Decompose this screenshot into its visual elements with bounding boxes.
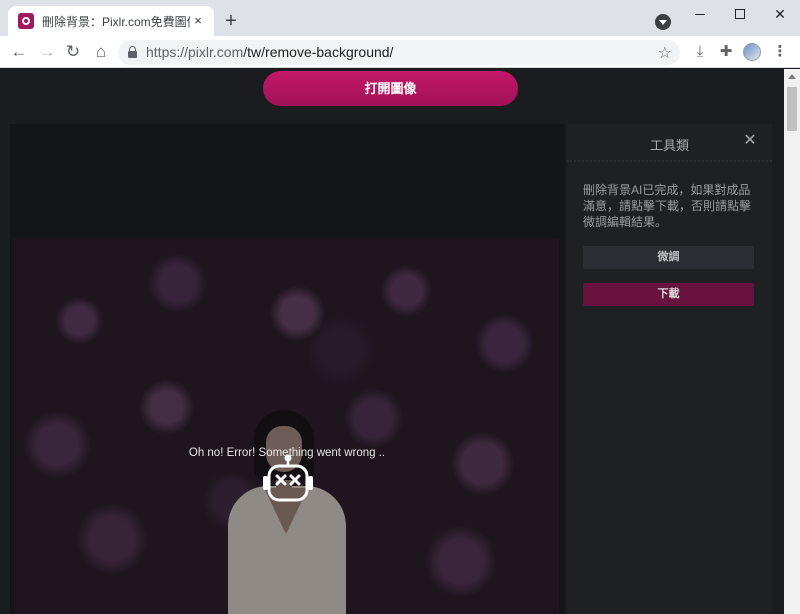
browser-toolbar: ← → ↻ ⌂ https://pixlr.com/tw/remove-back… (0, 36, 800, 68)
panel-description: 刪除背景AI已完成，如果對成品滿意，請點擊下載，否則請點擊微調編輯結果。 (583, 183, 752, 229)
error-message: Oh no! Error! Something went wrong .. (188, 447, 386, 459)
page-content: 打開圖像 Oh no! Error! Something went wrong … (0, 69, 784, 614)
tab-title: 刪除背景：Pixlr.com免費圖像刪 (42, 14, 190, 29)
scrollbar-thumb[interactable] (787, 87, 797, 131)
tab-strip: 刪除背景：Pixlr.com免費圖像刪 × + ✕ (0, 0, 800, 36)
panel-close-icon[interactable]: ✕ (742, 133, 758, 149)
download-button[interactable]: 下載 (583, 283, 754, 306)
browser-menu-icon[interactable]: ⋮ (770, 42, 790, 62)
bookmark-star-icon[interactable]: ☆ (658, 43, 672, 63)
extensions-puzzle-icon[interactable]: ✚ (716, 42, 736, 62)
url-path: /tw/remove-background/ (243, 44, 394, 60)
new-tab-icon[interactable]: + (220, 11, 242, 33)
minimize-button[interactable] (686, 4, 714, 24)
reload-icon[interactable]: ↻ (63, 42, 83, 62)
tab-search-icon[interactable] (655, 14, 671, 30)
uploaded-photo (14, 238, 559, 614)
open-image-button[interactable]: 打開圖像 (263, 71, 518, 106)
download-icon[interactable]: ⤓ (690, 42, 710, 62)
back-arrow-icon[interactable]: ← (9, 42, 29, 62)
address-bar[interactable]: https://pixlr.com/tw/remove-background/ … (118, 40, 680, 65)
panel-header: 工具類 ✕ (567, 124, 772, 162)
maximize-button[interactable] (726, 4, 754, 24)
lock-icon[interactable] (128, 46, 137, 58)
tab-close-icon[interactable]: × (190, 13, 206, 29)
forward-arrow-icon[interactable]: → (37, 42, 57, 62)
page-scrollbar[interactable] (784, 69, 800, 614)
url-host: https://pixlr.com (146, 44, 244, 60)
error-robot-icon (263, 454, 313, 502)
profile-avatar[interactable] (743, 43, 761, 61)
url-text[interactable]: https://pixlr.com/tw/remove-background/ (146, 44, 393, 60)
tools-panel: 工具類 ✕ 刪除背景AI已完成，如果對成品滿意，請點擊下載，否則請點擊微調編輯結… (567, 124, 772, 614)
browser-tab[interactable]: 刪除背景：Pixlr.com免費圖像刪 × (8, 6, 214, 36)
home-icon[interactable]: ⌂ (91, 42, 111, 62)
pixlr-favicon-icon (18, 13, 34, 29)
scroll-up-arrow-icon[interactable] (788, 74, 796, 79)
finetune-button[interactable]: 微調 (583, 246, 754, 269)
window-close-button[interactable]: ✕ (766, 4, 794, 24)
